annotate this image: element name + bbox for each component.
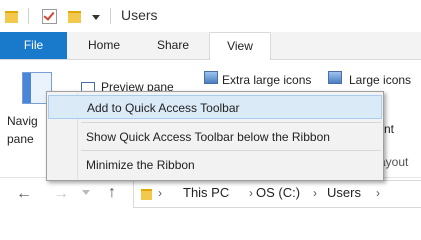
extra-large-icons-option[interactable]: Extra large icons — [222, 73, 311, 87]
chevron-right-icon[interactable]: › — [376, 186, 380, 200]
large-icons-option[interactable]: Large icons — [349, 73, 411, 87]
up-arrow-icon[interactable]: ↑ — [108, 185, 116, 201]
title-bar — [0, 0, 421, 32]
properties-check-icon[interactable] — [42, 9, 57, 24]
context-menu: Add to Quick Access Toolbar Show Quick A… — [46, 91, 384, 181]
recent-locations-chevron-icon[interactable] — [82, 190, 90, 195]
window-title: Users — [121, 7, 158, 23]
menu-item-show-quick-access-toolbar-below-ribbon[interactable]: Show Quick Access Toolbar below the Ribb… — [48, 125, 382, 149]
chevron-right-icon[interactable]: › — [313, 186, 317, 200]
ribbon-partial-label: nt — [384, 122, 395, 136]
tab-home[interactable]: Home — [70, 32, 138, 59]
large-icons-icon[interactable] — [328, 71, 342, 84]
menu-item-add-to-quick-access-toolbar[interactable]: Add to Quick Access Toolbar — [48, 95, 382, 119]
back-arrow-icon[interactable]: ← — [16, 186, 32, 202]
tab-share[interactable]: Share — [138, 32, 208, 59]
toolbar-divider — [28, 8, 29, 24]
ribbon-tab-bar: File Home Share View — [0, 32, 421, 61]
forward-arrow-icon[interactable]: → — [53, 186, 69, 202]
menu-divider — [81, 122, 381, 123]
tab-file[interactable]: File — [0, 32, 67, 59]
breadcrumb-os-c[interactable]: OS (C:) — [256, 185, 300, 200]
breadcrumb-users[interactable]: Users — [327, 185, 361, 200]
customize-toolbar-dropdown-icon[interactable] — [92, 15, 100, 20]
folder-icon[interactable] — [5, 11, 18, 23]
chevron-right-icon[interactable]: › — [249, 186, 253, 200]
toolbar-divider — [110, 8, 111, 24]
extra-large-icons-icon[interactable] — [204, 71, 218, 84]
new-folder-icon[interactable] — [68, 11, 81, 23]
chevron-right-icon[interactable]: › — [158, 186, 162, 200]
folder-icon — [141, 189, 152, 200]
menu-item-minimize-ribbon[interactable]: Minimize the Ribbon — [48, 153, 382, 177]
navigation-pane-label[interactable]: Navig pane — [7, 112, 47, 148]
breadcrumb-this-pc[interactable]: This PC — [183, 185, 229, 200]
tab-view[interactable]: View — [209, 32, 271, 61]
menu-divider — [81, 150, 381, 151]
